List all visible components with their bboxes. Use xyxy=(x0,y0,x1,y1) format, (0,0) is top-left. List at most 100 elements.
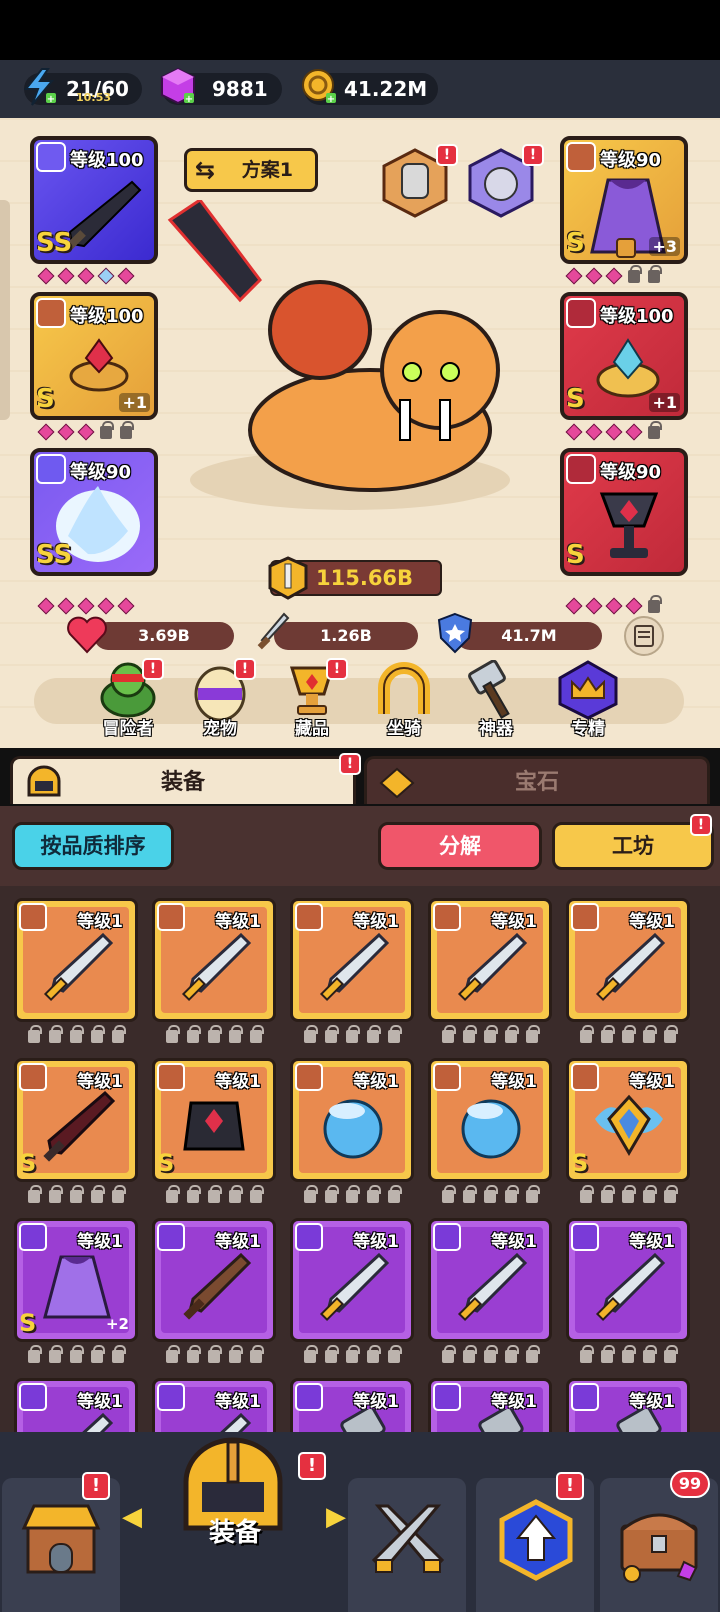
inventory-item[interactable]: 等级1 xyxy=(428,1058,552,1182)
gem-socket-locks xyxy=(28,1185,126,1203)
dismantle-label: 分解 xyxy=(439,834,481,858)
inventory-item[interactable]: 等级1 S xyxy=(152,1058,276,1182)
category-pet[interactable]: 宠物 ! xyxy=(186,658,256,739)
hp-stat: 3.69B xyxy=(94,622,234,650)
inventory-item[interactable]: 等级1 S xyxy=(566,1058,690,1182)
category-adventurer[interactable]: 冒险者 ! xyxy=(94,658,164,739)
nav-shop[interactable]: ! xyxy=(2,1472,120,1612)
inventory-item[interactable]: 等级1 S xyxy=(14,1058,138,1182)
resource-bar: + 21/60 10:53 + 9881 + 41.22M xyxy=(0,60,720,118)
gold-counter[interactable]: + 41.22M xyxy=(302,69,438,105)
inventory-item[interactable]: 等级1 xyxy=(428,898,552,1022)
slot-level: 等级90 xyxy=(600,150,662,171)
gem-socket-locks xyxy=(304,1345,402,1363)
gem-sockets xyxy=(37,597,135,615)
power-sword-icon xyxy=(268,556,308,600)
gem-socket-locks xyxy=(166,1025,264,1043)
details-button[interactable] xyxy=(624,616,664,656)
sword-icon xyxy=(43,932,114,1002)
gem-sockets xyxy=(37,421,134,441)
equip-slot-cape[interactable]: 等级90 S +3 xyxy=(560,136,688,264)
hero-character-illustration xyxy=(167,200,510,510)
item-plus: +2 xyxy=(105,1315,129,1333)
plan-button[interactable]: ⇆ 方案1 xyxy=(184,148,318,192)
category-label: 宠物 xyxy=(203,719,237,739)
inventory-item[interactable]: 等级1 xyxy=(152,898,276,1022)
slot-grade: S xyxy=(566,540,585,570)
gem-socket-locks xyxy=(580,1345,678,1363)
nav-battle[interactable] xyxy=(348,1478,466,1612)
gem-socket-locks xyxy=(304,1025,402,1043)
ring-icon xyxy=(566,298,596,328)
equip-slot-crown[interactable]: 等级100 S +1 xyxy=(560,292,688,420)
inventory-item[interactable]: 等级1 xyxy=(428,1218,552,1342)
tab-label: 装备 xyxy=(160,770,205,795)
gem-socket-locks xyxy=(166,1345,264,1363)
sort-label: 按品质排序 xyxy=(40,834,146,858)
category-mount[interactable]: 坐骑 xyxy=(370,660,438,739)
ruby-ring-icon xyxy=(69,338,129,392)
gem-socket-locks xyxy=(580,1025,678,1043)
inventory-item[interactable]: 等级1 xyxy=(566,898,690,1022)
workshop-label: 工坊 xyxy=(612,834,654,858)
sword-icon xyxy=(595,1252,666,1322)
energy-counter[interactable]: + 21/60 10:53 xyxy=(23,68,142,106)
equip-slot-ring[interactable]: 等级100 S +1 xyxy=(30,292,158,420)
slot-type-icon xyxy=(157,1223,185,1251)
tab-gems[interactable]: 宝石 xyxy=(364,756,710,804)
status-bar xyxy=(0,0,720,60)
gem-socket-locks xyxy=(442,1025,540,1043)
nav-treasure[interactable]: 99 xyxy=(600,1470,718,1612)
lock-icon xyxy=(616,238,636,258)
slot-type-icon xyxy=(19,1063,47,1091)
equip-slot-chalice[interactable]: 等级90 S xyxy=(560,448,688,576)
slot-type-icon xyxy=(19,1383,47,1411)
defense-value: 41.7M xyxy=(501,626,557,645)
game-screen: + 21/60 10:53 + 9881 + 41.22M 等级100 SS 等… xyxy=(0,0,720,1612)
inventory-item[interactable]: 等级1 xyxy=(290,898,414,1022)
alert-badge: ! xyxy=(142,658,164,680)
slot-type-icon xyxy=(295,1063,323,1091)
gem-counter[interactable]: + 9881 xyxy=(161,67,282,105)
wooden-sword-icon xyxy=(183,1252,252,1320)
inventory-item[interactable]: 等级1 xyxy=(152,1218,276,1342)
horseshoe-icon xyxy=(378,662,430,714)
slot-grade: SS xyxy=(36,228,73,258)
category-collection[interactable]: 藏品 ! xyxy=(278,658,348,739)
gem-sockets xyxy=(565,265,662,285)
nav-equipment-active[interactable]: 装备 ◀ ▶ ! xyxy=(122,1432,348,1612)
sword-icon xyxy=(319,1252,390,1322)
slot-plus: +1 xyxy=(649,393,680,412)
slot-grade: S xyxy=(566,384,585,414)
slot-type-icon xyxy=(571,1063,599,1091)
category-label: 藏品 xyxy=(295,719,329,739)
attack-sword-icon xyxy=(257,612,290,650)
category-artifact[interactable]: 神器 xyxy=(462,659,530,739)
necklace-icon xyxy=(566,454,596,484)
equip-slot-amulet[interactable]: 等级90 SS xyxy=(30,448,158,576)
armor-icon xyxy=(566,142,596,172)
equip-slot-weapon[interactable]: 等级100 SS xyxy=(30,136,158,264)
slot-type-icon xyxy=(433,1383,461,1411)
nav-upgrade[interactable]: ! xyxy=(476,1472,594,1612)
slot-type-icon xyxy=(571,1383,599,1411)
inventory-item[interactable]: 等级1 xyxy=(14,898,138,1022)
slot-level: 等级100 xyxy=(70,150,144,171)
tab-equipment[interactable]: 装备 ! xyxy=(10,753,361,804)
sort-by-quality-button[interactable]: 按品质排序 xyxy=(12,822,174,870)
slot-type-icon xyxy=(157,903,185,931)
inventory-item[interactable]: 等级1 xyxy=(290,1058,414,1182)
gem-socket-locks xyxy=(580,1185,678,1203)
category-mastery[interactable]: 专精 xyxy=(554,660,622,739)
inventory-item[interactable]: 等级1 xyxy=(290,1218,414,1342)
inventory-item[interactable]: 等级1 S +2 xyxy=(14,1218,138,1342)
side-handle[interactable] xyxy=(0,200,10,420)
dismantle-button[interactable]: 分解 xyxy=(378,822,542,870)
inventory-item[interactable]: 等级1 xyxy=(566,1218,690,1342)
svg-text:+: + xyxy=(185,94,193,105)
item-grade: S xyxy=(19,1149,37,1177)
item-grade: S xyxy=(19,1309,37,1337)
lightning-icon: + xyxy=(23,68,56,106)
chevron-right-icon: ▶ xyxy=(326,1502,346,1532)
slot-type-icon xyxy=(571,903,599,931)
